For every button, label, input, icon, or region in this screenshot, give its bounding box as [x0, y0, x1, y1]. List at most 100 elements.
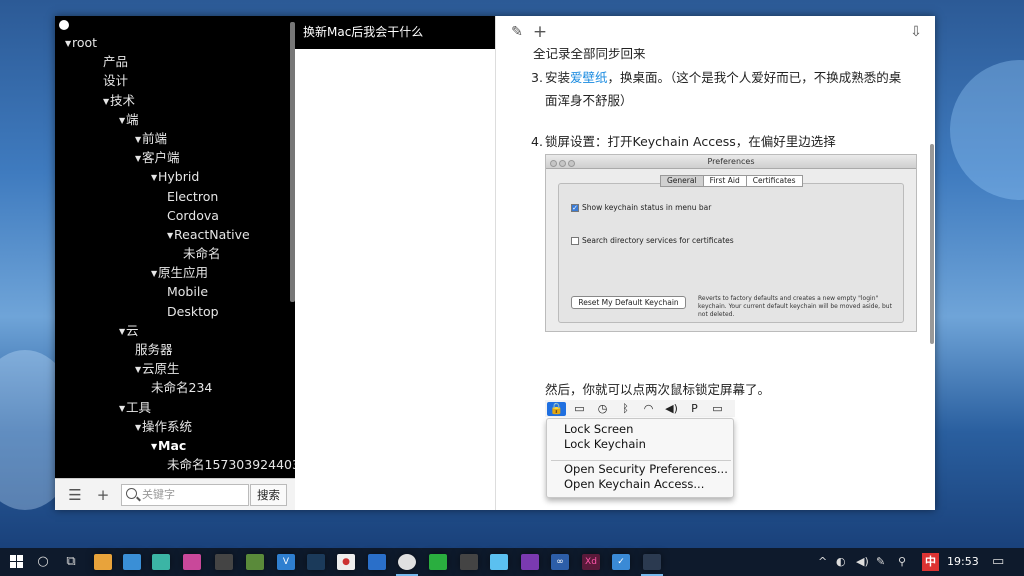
- add-icon[interactable]: +: [93, 485, 113, 505]
- volume-icon[interactable]: ◀): [856, 553, 869, 571]
- app-icon[interactable]: [490, 554, 508, 570]
- tree-node[interactable]: ▼客户端: [55, 148, 295, 167]
- ime-indicator[interactable]: 中: [922, 553, 939, 571]
- search-button[interactable]: 搜索: [250, 484, 287, 506]
- download-icon[interactable]: ⇩: [907, 23, 925, 41]
- app-icon[interactable]: [521, 554, 539, 570]
- xd-icon[interactable]: Xd: [582, 554, 600, 570]
- file-explorer-icon[interactable]: [94, 554, 112, 570]
- lock-dropdown-menu: Lock Screen Lock Keychain Open Security …: [546, 418, 734, 498]
- tree-node[interactable]: 设计: [55, 71, 295, 90]
- search-input[interactable]: 关键字: [121, 484, 249, 506]
- tree-node[interactable]: ▼Hybrid: [55, 167, 295, 186]
- expand-triangle-icon[interactable]: ▼: [151, 168, 157, 187]
- expand-triangle-icon[interactable]: ▼: [135, 418, 141, 437]
- tree-node[interactable]: 服务器: [55, 340, 295, 359]
- tree-node[interactable]: Electron: [55, 187, 295, 206]
- tree-node[interactable]: ▼原生应用: [55, 263, 295, 282]
- pencil-icon[interactable]: ✎: [508, 23, 526, 41]
- app-icon[interactable]: ●: [337, 554, 355, 570]
- tree-node[interactable]: Cordova: [55, 206, 295, 225]
- tree-node[interactable]: 未命名1573039244034: [55, 455, 308, 474]
- tree-node[interactable]: 未命名234: [55, 378, 295, 397]
- tree-node[interactable]: ▼工具: [55, 398, 295, 417]
- windows-taskbar: ○ ⧉ V ● ∞ Xd ✓ ^ ◐ ◀) ✎ ⚲ 中 19:53 ▭: [0, 548, 1024, 576]
- tree-node[interactable]: ▼端: [55, 110, 295, 129]
- expand-triangle-icon[interactable]: ▼: [119, 111, 125, 130]
- tree-node[interactable]: ▼root: [55, 33, 295, 52]
- tree-node-label: 未命名1573039244034: [167, 457, 308, 473]
- tree-node[interactable]: ▼操作系统: [55, 417, 295, 436]
- tree-node[interactable]: Mobile: [55, 282, 295, 301]
- expand-triangle-icon[interactable]: ▼: [103, 92, 109, 111]
- cortana-icon[interactable]: ○: [35, 553, 51, 571]
- tree-node-label: 服务器: [135, 342, 173, 357]
- item-text: 锁屏设置：打开Keychain Access，在偏好里边选择: [545, 134, 836, 149]
- tree-node[interactable]: ▼ReactNative: [55, 225, 295, 244]
- steam-icon[interactable]: [307, 554, 325, 570]
- clock-icon: ◷: [597, 401, 608, 415]
- tree-node[interactable]: Desktop: [55, 302, 295, 321]
- chrome-icon[interactable]: [398, 554, 416, 570]
- add-icon[interactable]: +: [531, 23, 549, 41]
- tree-node[interactable]: ▼云: [55, 321, 295, 340]
- notes-app-taskbar-icon[interactable]: [643, 554, 661, 570]
- task-view-icon[interactable]: ⧉: [63, 553, 79, 571]
- expand-triangle-icon[interactable]: ▼: [119, 322, 125, 341]
- app-icon[interactable]: [460, 554, 478, 570]
- lock-menu-screenshot: 🔒 ▭ ◷ ᛒ ◠ ◀) P ▭ Lock Screen Lock Keycha…: [545, 400, 735, 502]
- expand-triangle-icon[interactable]: ▼: [65, 34, 71, 53]
- app-icon[interactable]: [183, 554, 201, 570]
- tree-root-dot[interactable]: [59, 20, 69, 30]
- item-text: ，换桌面。（这个是我个人爱好而已，不换成熟悉的桌: [607, 70, 902, 85]
- mac-menubar: 🔒 ▭ ◷ ᛒ ◠ ◀) P ▭: [545, 400, 735, 417]
- expand-triangle-icon[interactable]: ▼: [135, 130, 141, 149]
- tree-node-label: 未命名234: [151, 380, 213, 396]
- item-text: 安装: [545, 70, 571, 85]
- app-icon[interactable]: ∞: [551, 554, 569, 570]
- expand-triangle-icon[interactable]: ▼: [151, 437, 157, 456]
- expand-triangle-icon[interactable]: ▼: [167, 226, 173, 245]
- tree-node-label: 云: [126, 322, 139, 338]
- app-icon[interactable]: [246, 554, 264, 570]
- app-icon[interactable]: ✓: [612, 554, 630, 570]
- pen-icon[interactable]: ✎: [876, 553, 885, 571]
- tree-node[interactable]: 未命名: [55, 244, 295, 263]
- tree-node[interactable]: ▼云原生: [55, 359, 295, 378]
- wechat-icon[interactable]: [429, 554, 447, 570]
- wallpaper-app-link[interactable]: 爱壁纸: [570, 70, 608, 85]
- tree-bottom-bar: ☰ + 关键字 搜索: [55, 478, 295, 510]
- tree-node[interactable]: ▼前端: [55, 129, 295, 148]
- tree-node-label: Hybrid: [158, 169, 200, 185]
- tree-node[interactable]: ▼技术: [55, 91, 295, 110]
- tree-node-label: 技术: [110, 92, 136, 108]
- windows-start-icon[interactable]: [10, 555, 24, 569]
- expand-triangle-icon[interactable]: ▼: [135, 149, 141, 168]
- tree-node-label: 客户端: [142, 150, 180, 166]
- network-icon[interactable]: ⚲: [898, 553, 906, 571]
- app-icon[interactable]: [215, 554, 233, 570]
- taskbar-clock[interactable]: 19:53: [947, 548, 979, 576]
- vscode-icon[interactable]: [368, 554, 386, 570]
- tray-app-icon[interactable]: ◐: [836, 553, 846, 571]
- tray-chevron-icon[interactable]: ^: [818, 553, 827, 571]
- expand-triangle-icon[interactable]: ▼: [135, 360, 141, 379]
- app-icon[interactable]: [123, 554, 141, 570]
- app-icon[interactable]: V: [277, 554, 295, 570]
- menu-icon[interactable]: ☰: [65, 485, 85, 505]
- tab-first-aid: First Aid: [704, 176, 747, 186]
- content-scrollbar[interactable]: [930, 144, 934, 344]
- tree-node-label: Mac: [158, 437, 187, 453]
- notes-app-window: ▼root 产品 设计 ▼技术 ▼端 ▼前端 ▼客户端 ▼Hybrid Electron Cord…: [55, 16, 935, 510]
- tree-node[interactable]: 产品: [55, 52, 295, 71]
- tree-node[interactable]: ▼Mac: [55, 436, 295, 455]
- parking-icon: P: [691, 401, 698, 415]
- note-list-item-selected[interactable]: 换新Mac后我会干什么: [295, 16, 495, 49]
- tree-node-label: 原生应用: [158, 265, 209, 281]
- expand-triangle-icon[interactable]: ▼: [119, 399, 125, 418]
- content-toolbar: ✎ + ⇩: [496, 16, 935, 48]
- tree-node-label: Desktop: [167, 303, 219, 319]
- expand-triangle-icon[interactable]: ▼: [151, 264, 157, 283]
- app-icon[interactable]: [152, 554, 170, 570]
- notification-icon[interactable]: ▭: [992, 553, 1004, 571]
